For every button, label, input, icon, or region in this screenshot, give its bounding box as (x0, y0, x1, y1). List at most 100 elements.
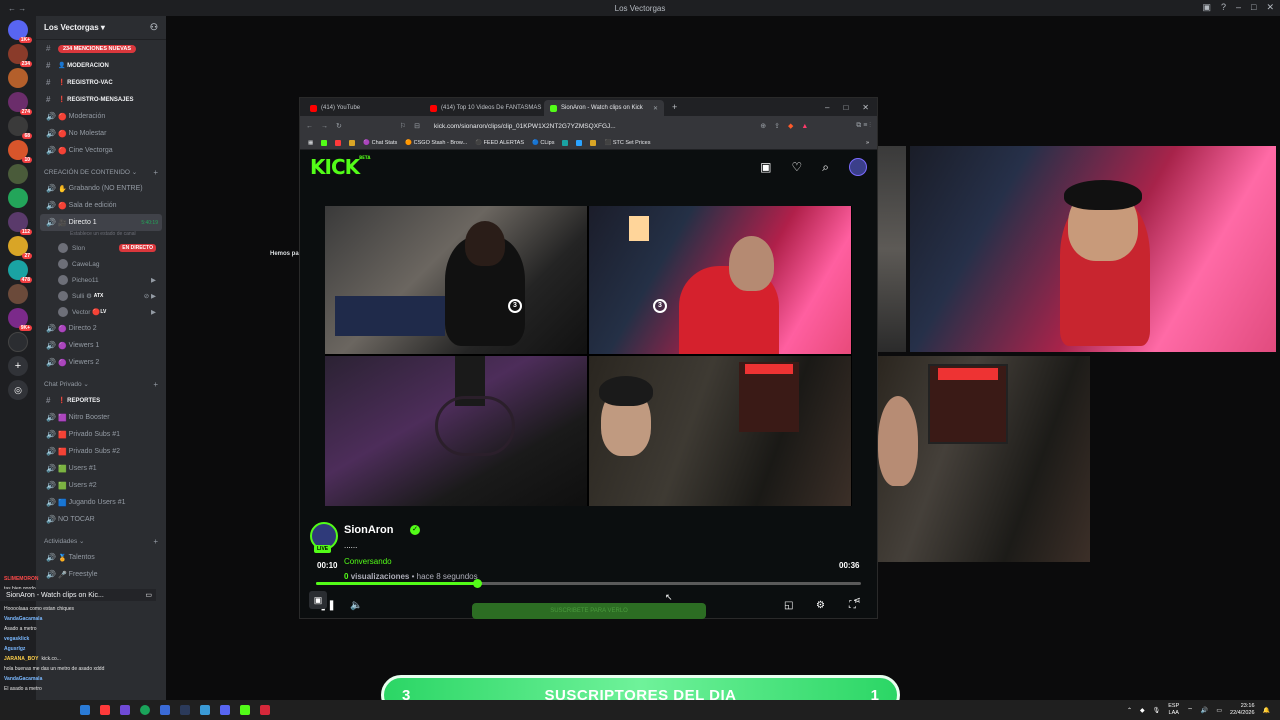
app-icon[interactable] (120, 705, 130, 715)
apps-icon[interactable]: ▦ (308, 140, 313, 146)
voice-channel[interactable]: 🔊 🟦 Jugando Users #1 (36, 494, 166, 511)
channel-moderacion[interactable]: # 👤 MODERACION (36, 57, 166, 74)
back-forward-icons[interactable]: ← → (8, 4, 26, 13)
server-icon[interactable]: 27 (8, 236, 32, 259)
back-icon[interactable]: ← (306, 123, 313, 130)
brave-icon[interactable]: ◆ (788, 122, 793, 130)
bookmark-chat-stats[interactable]: 🟣 Chat Stats (363, 140, 397, 146)
app-icon[interactable] (200, 705, 210, 715)
server-icon[interactable] (8, 164, 28, 184)
channel-reportes[interactable]: # ❗ REPORTES (36, 392, 166, 409)
wifi-icon[interactable]: ⌔ (1187, 706, 1193, 714)
browser-tab[interactable]: (414) Top 10 Videos De FANTASMAS✕ (424, 100, 544, 116)
voice-channel[interactable]: 🔊 🟣 Viewers 2 (36, 354, 166, 371)
url-field[interactable]: kick.com/sionaron/clips/clip_01KPW1X2NT2… (428, 123, 752, 130)
settings-icon[interactable]: ⚙ (816, 600, 825, 611)
unread-mentions[interactable]: #234 MENCIONES NUEVAS (36, 40, 166, 57)
add-channel-icon[interactable]: + (153, 537, 158, 546)
voice-channel[interactable]: 🔊 ✋ Grabando (NO ENTRE) (36, 180, 166, 197)
more-bookmarks-icon[interactable]: » (866, 140, 869, 146)
forward-icon[interactable]: → (321, 123, 328, 130)
voice-channel[interactable]: 🔊 🟥 Privado Subs #1 (36, 426, 166, 443)
app-icon[interactable] (140, 705, 150, 715)
server-header[interactable]: Los Vectorgas ▾ ⚇ (36, 16, 166, 40)
voice-user[interactable]: Vector 🔴 LV ▶ (36, 304, 166, 320)
subscribe-overlay-button[interactable]: SUSCRIBETE PARA VERLO (472, 603, 706, 619)
add-channel-icon[interactable]: + (153, 168, 158, 177)
bookmark-icon[interactable] (562, 139, 569, 146)
server-icon[interactable] (8, 188, 28, 208)
voice-user[interactable]: CaweLag (36, 256, 166, 272)
add-channel-icon[interactable]: + (153, 380, 158, 389)
share-icon[interactable]: ⇪ (774, 122, 780, 130)
channel-registro-vac[interactable]: # ❗ REGISTRO-VAC (36, 74, 166, 91)
search-icon[interactable]: ⌕ (822, 160, 829, 175)
voice-channel[interactable]: 🔊 🔴 Sala de edición (36, 197, 166, 214)
voice-channel[interactable]: 🔊 🟣 Directo 2 (36, 320, 166, 337)
popout-icon[interactable]: ▭ (145, 591, 152, 599)
channel-status[interactable]: Establece un estado de canal (36, 231, 166, 240)
voice-channel[interactable]: 🔊 🟣 Viewers 1 (36, 337, 166, 354)
server-icon[interactable]: 68 (8, 116, 32, 139)
voice-channel[interactable]: 🔊 🟥 Privado Subs #2 (36, 443, 166, 460)
steam-icon[interactable] (180, 705, 190, 715)
app-icon[interactable] (160, 705, 170, 715)
category-header[interactable]: CREACIÓN DE CONTENIDO ⌄ + (36, 164, 166, 180)
zoom-icon[interactable]: ⊕ (760, 122, 766, 130)
kick-logo[interactable]: KICKBETA (310, 155, 370, 179)
server-icon[interactable]: 274 (8, 92, 32, 115)
bookmark-icon[interactable] (335, 139, 342, 146)
speaker-icon[interactable]: 🔊 (1201, 707, 1208, 714)
maximize-icon[interactable]: □ (1251, 2, 1256, 13)
streamer-name[interactable]: SionAron (344, 524, 394, 536)
bookmark-csgo-stash[interactable]: 🟠 CSGO Stash - Brow... (405, 140, 467, 146)
pip-icon[interactable]: ◱ (784, 600, 793, 611)
app-icon[interactable] (80, 705, 90, 715)
site-info-icon[interactable]: ⊟ (414, 122, 420, 130)
close-tab-icon[interactable]: ✕ (653, 105, 658, 112)
server-icon[interactable]: 112 (8, 212, 32, 235)
gift-icon[interactable]: ▣ (309, 591, 327, 609)
new-tab-button[interactable]: + (664, 102, 685, 112)
add-server-icon[interactable]: + (8, 356, 28, 376)
voice-user[interactable]: Picheo11 ▶ (36, 272, 166, 288)
server-icon[interactable]: 9K+ (8, 308, 32, 331)
category-header[interactable]: Chat Privado ⌄ + (36, 376, 166, 392)
now-playing-bar[interactable]: SionAron - Watch clips on Kic... ▭ (0, 589, 156, 601)
server-icon[interactable]: 10 (8, 140, 32, 163)
voice-channel[interactable]: 🔊 🔴 Cine Vectorga (36, 142, 166, 159)
bookmark-icon[interactable] (576, 139, 583, 146)
server-icon[interactable]: 234 (8, 44, 32, 67)
browser-tab-active[interactable]: SionAron - Watch clips on Kick ✕ (544, 100, 664, 116)
bookmark-icon[interactable]: ⚐ (400, 122, 406, 130)
voice-channel-active[interactable]: 🔊 🎥 Directo 1 5:40:19 (40, 214, 162, 231)
voice-channel[interactable]: 🔊 NO TOCAR (36, 511, 166, 528)
reload-icon[interactable]: ↻ (336, 122, 342, 130)
clock[interactable]: 23:16 22/4/2026 (1230, 703, 1254, 717)
alert-icon[interactable]: ▲ (801, 123, 808, 130)
browse-icon[interactable]: ▣ (760, 160, 771, 174)
close-icon[interactable]: ✕ (862, 103, 869, 112)
voice-user[interactable]: Slon EN DIRECTO (36, 240, 166, 256)
server-icon[interactable]: 478 (8, 260, 32, 283)
volume-icon[interactable]: 🔈 (350, 600, 362, 611)
app-icon[interactable] (100, 705, 110, 715)
share-icon[interactable]: ⋖ (848, 591, 866, 609)
kick-icon[interactable] (321, 139, 328, 146)
network-icon[interactable]: ◆ (1140, 707, 1145, 714)
language-indicator[interactable]: ESP LAA (1168, 703, 1179, 717)
discord-home-icon[interactable]: 1K+ (8, 20, 32, 43)
voice-channel[interactable]: 🔊 🏅 Talentos (36, 549, 166, 566)
voice-channel[interactable]: 🔊 🟪 Nitro Booster (36, 409, 166, 426)
server-icon[interactable] (8, 332, 28, 352)
video-player[interactable]: 3 3 00:10 00:36 ❚❚ 🔈 SUSCRIBETE PARA VER… (300, 204, 877, 619)
category-link[interactable]: Conversando (344, 557, 392, 566)
inbox-icon[interactable]: ▣ (1202, 2, 1211, 13)
bookmark-feed-alertas[interactable]: ⚫ FEED ALERTAS (475, 140, 524, 146)
voice-channel[interactable]: 🔊 🟩 Users #1 (36, 460, 166, 477)
discover-icon[interactable]: ◎ (8, 380, 28, 400)
extensions-icon[interactable]: ⧉ ≡ ⋮ (856, 122, 871, 130)
video-frame[interactable]: 3 3 (325, 206, 852, 506)
mic-icon[interactable]: 🎙 (1153, 707, 1161, 714)
browser-tab[interactable]: (414) YouTube (304, 100, 424, 116)
